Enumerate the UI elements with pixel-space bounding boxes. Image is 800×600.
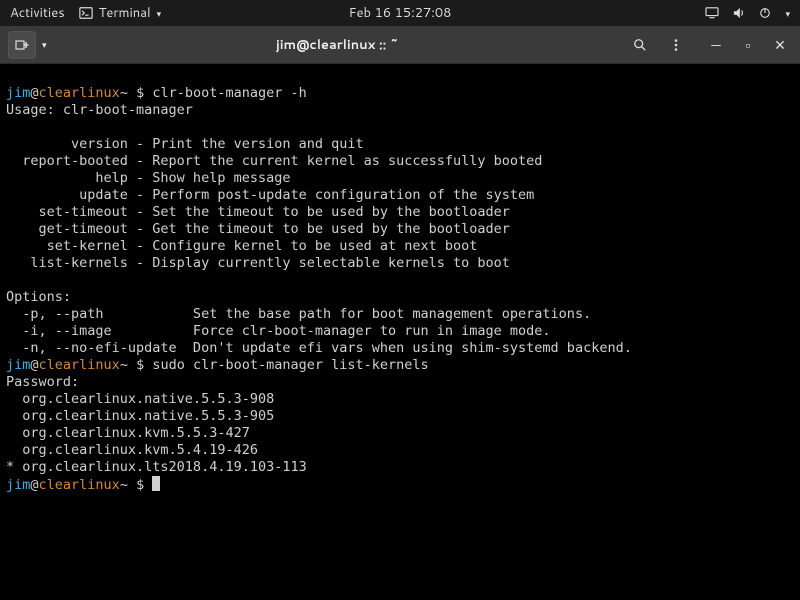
app-menu-label: Terminal [99,4,151,22]
search-icon [633,38,647,52]
output-line: * org.clearlinux.lts2018.4.19.103-113 [6,459,307,475]
terminal-headerbar: ▾ jim@clearlinux :: ~ — ▫ ✕ [0,26,800,64]
activities-button[interactable]: Activities [10,4,65,22]
output-line: update - Perform post-update configurati… [6,187,534,203]
hamburger-menu-button[interactable] [662,31,690,59]
clock[interactable]: Feb 16 15:27:08 [349,4,452,22]
prompt-host: clearlinux [39,85,120,101]
output-line: org.clearlinux.native.5.5.3-908 [6,391,274,407]
plus-icon [15,38,29,52]
display-icon [705,7,719,19]
output-line: Usage: clr-boot-manager [6,102,193,118]
app-menu[interactable]: Terminal ▾ [79,4,161,22]
system-status-area[interactable]: ▾ [451,7,790,20]
volume-icon [733,7,745,19]
output-line: set-timeout - Set the timeout to be used… [6,204,510,220]
minimize-icon: — [711,38,720,52]
output-line: list-kernels - Display currently selecta… [6,255,510,271]
minimize-button[interactable]: — [704,33,728,57]
prompt-user: jim [6,477,30,493]
output-line: -p, --path Set the base path for boot ma… [6,306,591,322]
prompt-user: jim [6,85,30,101]
maximize-icon: ▫ [746,38,751,52]
new-tab-menu-button[interactable]: ▾ [42,38,47,51]
menu-icon [669,38,683,52]
terminal-viewport[interactable]: jim@clearlinux~ $ clr-boot-manager -h Us… [0,64,800,600]
command-line: sudo clr-boot-manager list-kernels [152,357,428,373]
chevron-down-icon: ▾ [157,7,162,20]
chevron-down-icon: ▾ [785,7,790,20]
close-icon: ✕ [774,38,786,52]
output-line: org.clearlinux.native.5.5.3-905 [6,408,274,424]
output-line: -i, --image Force clr-boot-manager to ru… [6,323,551,339]
power-icon [759,7,771,19]
gnome-topbar: Activities Terminal ▾ Feb 16 15:27:08 ▾ [0,0,800,26]
new-tab-button[interactable] [8,31,36,59]
output-line: report-booted - Report the current kerne… [6,153,542,169]
prompt-host: clearlinux [39,357,120,373]
output-line: get-timeout - Get the timeout to be used… [6,221,510,237]
output-line: help - Show help message [6,170,290,186]
cursor [152,476,160,491]
output-line: org.clearlinux.kvm.5.5.3-427 [6,425,250,441]
output-line: Options: [6,289,71,305]
search-button[interactable] [626,31,654,59]
output-line: set-kernel - Configure kernel to be used… [6,238,477,254]
output-line: org.clearlinux.kvm.5.4.19-426 [6,442,258,458]
output-line: version - Print the version and quit [6,136,364,152]
command-line: clr-boot-manager -h [152,85,306,101]
maximize-button[interactable]: ▫ [736,33,760,57]
prompt-user: jim [6,357,30,373]
output-line: Password: [6,374,79,390]
output-line: -n, --no-efi-update Don't update efi var… [6,340,632,356]
prompt-host: clearlinux [39,477,120,493]
window-title: jim@clearlinux :: ~ [57,36,618,54]
terminal-icon [79,6,93,20]
close-button[interactable]: ✕ [768,33,792,57]
